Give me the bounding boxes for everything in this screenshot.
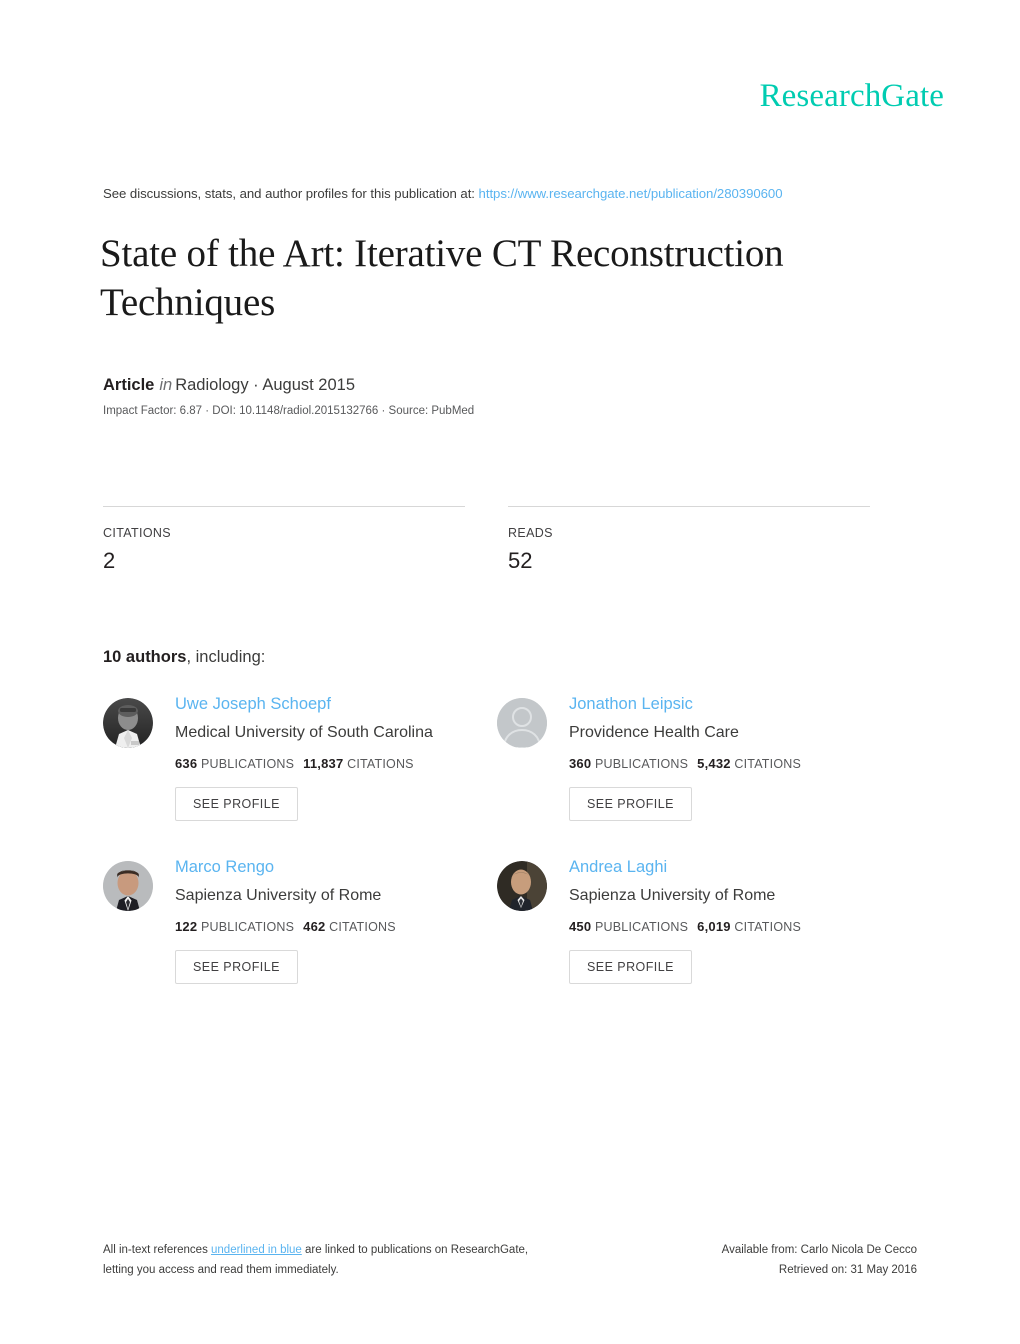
author-affiliation: Medical University of South Carolina [175, 724, 433, 741]
see-profile-button[interactable]: SEE PROFILE [175, 950, 298, 984]
authors-grid: Uwe Joseph Schoepf Medical University of… [103, 694, 903, 1020]
author-name-link[interactable]: Marco Rengo [175, 857, 396, 878]
author-stats: 636 PUBLICATIONS 11,837 CITATIONS [175, 756, 433, 771]
discussion-line: See discussions, stats, and author profi… [103, 186, 783, 201]
metric-reads: READS 52 [508, 506, 870, 574]
publications-label: PUBLICATIONS [200, 757, 295, 771]
article-venue: Radiology · August 2015 [175, 376, 355, 394]
researchgate-logo: ResearchGate [759, 78, 944, 114]
metric-label: CITATIONS [103, 526, 171, 540]
citations-count: 11,837 [303, 756, 344, 771]
footer-inline-link[interactable]: underlined in blue [211, 1244, 302, 1256]
page-footer: All in-text references underlined in blu… [103, 1240, 917, 1280]
citations-label: CITATIONS [734, 757, 802, 771]
metrics-row: CITATIONS 2 READS 52 [103, 506, 877, 574]
author-details: Uwe Joseph Schoepf Medical University of… [175, 694, 433, 821]
metric-citations: CITATIONS 2 [103, 506, 465, 574]
article-meta-line: Article in Radiology · August 2015 [103, 376, 355, 395]
citations-count: 6,019 [697, 919, 731, 934]
publications-label: PUBLICATIONS [200, 920, 295, 934]
footer-line-1: All in-text references underlined in blu… [103, 1240, 528, 1260]
author-stats: 122 PUBLICATIONS 462 CITATIONS [175, 919, 396, 934]
footer-line-2: letting you access and read them immedia… [103, 1264, 339, 1276]
authors-count: 10 authors [103, 648, 187, 666]
retrieved-on: Retrieved on: 31 May 2016 [778, 1264, 917, 1276]
author-details: Andrea Laghi Sapienza University of Rome… [569, 857, 801, 984]
footer-text-after-link: are linked to publications on ResearchGa… [301, 1244, 529, 1256]
citations-count: 5,432 [697, 756, 731, 771]
publications-label: PUBLICATIONS [594, 757, 689, 771]
author-affiliation: Sapienza University of Rome [569, 887, 776, 904]
author-stats: 450 PUBLICATIONS 6,019 CITATIONS [569, 919, 801, 934]
footer-text-before-link: All in-text references [103, 1244, 212, 1256]
author-card: Jonathon Leipsic Providence Health Care … [497, 694, 891, 857]
metric-label: READS [508, 526, 553, 540]
author-card: Marco Rengo Sapienza University of Rome … [103, 857, 497, 1020]
metric-value: 2 [103, 548, 116, 573]
citations-count: 462 [303, 919, 326, 934]
author-card: Andrea Laghi Sapienza University of Rome… [497, 857, 891, 1020]
footer-left-note: All in-text references underlined in blu… [103, 1240, 528, 1280]
publications-count: 450 [569, 919, 592, 934]
authors-heading: 10 authors, including: [103, 648, 265, 667]
page-title: State of the Art: Iterative CT Reconstru… [100, 232, 784, 324]
avatar[interactable] [103, 698, 153, 748]
avatar-photo-rengo [103, 861, 153, 911]
discussion-prefix-text: See discussions, stats, and author profi… [103, 186, 475, 201]
avatar[interactable] [497, 698, 547, 748]
author-name-link[interactable]: Andrea Laghi [569, 857, 801, 878]
author-affiliation: Sapienza University of Rome [175, 887, 382, 904]
article-in-word: in [159, 376, 173, 394]
author-name-link[interactable]: Uwe Joseph Schoepf [175, 694, 433, 715]
available-from: Available from: Carlo Nicola De Cecco [721, 1244, 917, 1256]
authors-suffix: , including: [186, 648, 266, 666]
impact-factor-line: Impact Factor: 6.87 · DOI: 10.1148/radio… [103, 405, 475, 417]
avatar[interactable] [103, 861, 153, 911]
publications-label: PUBLICATIONS [594, 920, 689, 934]
avatar-photo-laghi [497, 861, 547, 911]
see-profile-button[interactable]: SEE PROFILE [175, 787, 298, 821]
citations-label: CITATIONS [329, 920, 396, 934]
metric-divider [103, 506, 465, 507]
citations-label: CITATIONS [734, 920, 802, 934]
publications-count: 360 [569, 756, 592, 771]
publications-count: 122 [175, 919, 198, 934]
avatar-photo-schoepf [103, 698, 153, 748]
publications-count: 636 [175, 756, 198, 771]
publication-cover-page: ResearchGate See discussions, stats, and… [0, 0, 1020, 1344]
see-profile-button[interactable]: SEE PROFILE [569, 950, 692, 984]
article-type-label: Article [103, 376, 155, 394]
footer-right-note: Available from: Carlo Nicola De Cecco Re… [722, 1240, 917, 1280]
citations-label: CITATIONS [347, 757, 414, 771]
avatar[interactable] [497, 861, 547, 911]
avatar-placeholder-icon [497, 698, 547, 748]
metric-divider [508, 506, 870, 507]
publication-url-link[interactable]: https://www.researchgate.net/publication… [479, 186, 783, 201]
author-details: Marco Rengo Sapienza University of Rome … [175, 857, 396, 984]
author-card: Uwe Joseph Schoepf Medical University of… [103, 694, 497, 857]
author-affiliation: Providence Health Care [569, 724, 739, 741]
author-stats: 360 PUBLICATIONS 5,432 CITATIONS [569, 756, 801, 771]
see-profile-button[interactable]: SEE PROFILE [569, 787, 692, 821]
author-details: Jonathon Leipsic Providence Health Care … [569, 694, 801, 821]
author-name-link[interactable]: Jonathon Leipsic [569, 694, 801, 715]
metric-value: 52 [508, 548, 533, 573]
